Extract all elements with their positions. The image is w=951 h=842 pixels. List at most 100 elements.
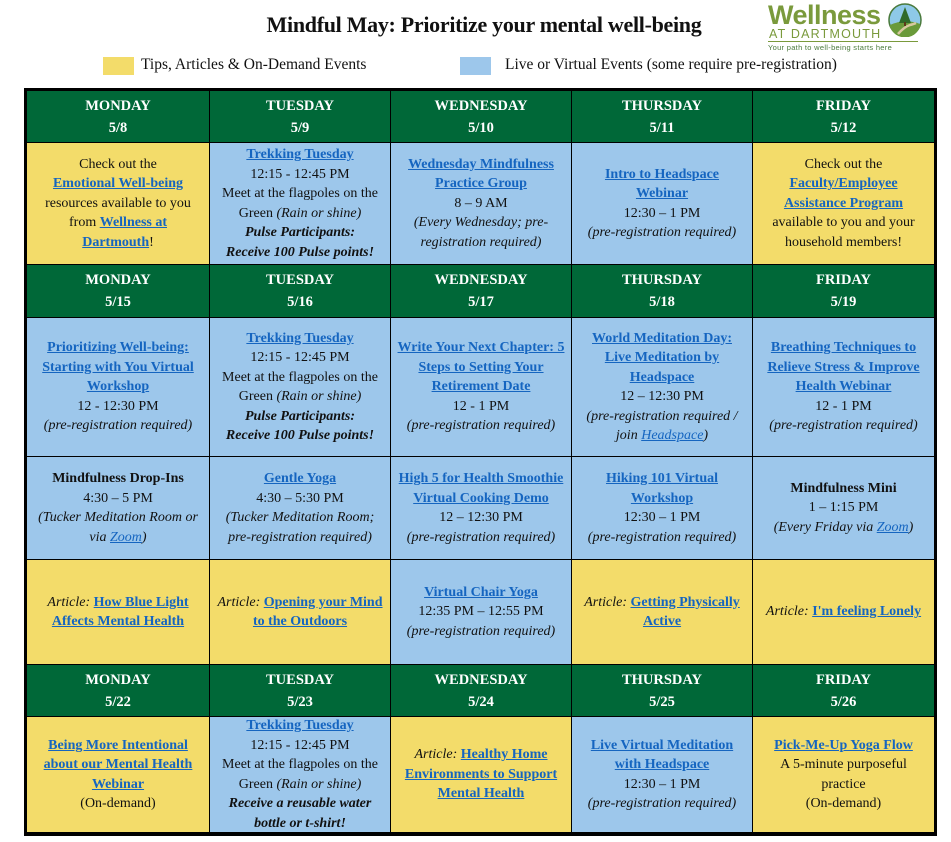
event-time: 12:35 PM – 12:55 PM (418, 604, 544, 620)
event-note: (On-demand) (80, 796, 156, 811)
week-header-row: MONDAY 5/22 TUESDAY 5/23 WEDNESDAY 5/24 THU… (27, 665, 934, 717)
trekking-tuesday-link[interactable]: Trekking Tuesday (246, 329, 353, 349)
day-header: TUESDAY 5/16 (210, 265, 391, 318)
virtual-chair-yoga-link[interactable]: Virtual Chair Yoga (424, 583, 538, 603)
event-bonus: Receive 100 Pulse points! (225, 244, 375, 260)
pick-me-up-yoga-link[interactable]: Pick-Me-Up Yoga Flow (774, 736, 913, 756)
event-time: 12 – 12:30 PM (439, 510, 523, 525)
day-name: TUESDAY (266, 671, 334, 688)
outdoors-article-link[interactable]: Opening your Mind to the Outdoors (253, 595, 383, 630)
breathing-techniques-link[interactable]: Breathing Techniques to Relieve Stress &… (759, 338, 928, 397)
event-cell: Trekking Tuesday 12:15 - 12:45 PM Meet a… (210, 143, 391, 265)
day-header: THURSDAY 5/25 (572, 665, 753, 717)
event-bonus: Pulse Participants: (244, 225, 356, 240)
trekking-tuesday-link[interactable]: Trekking Tuesday (246, 145, 353, 165)
zoom-link[interactable]: Zoom (110, 530, 142, 545)
article-prefix: Article: (217, 594, 261, 610)
day-header: MONDAY 5/15 (27, 265, 210, 318)
event-note: (Tucker Meditation Room; pre-registratio… (225, 510, 375, 545)
day-name: FRIDAY (815, 97, 872, 114)
article-prefix: Article: (584, 594, 627, 610)
event-note: (Every Wednesday; pre-registration requi… (413, 215, 549, 250)
event-title: Mindfulness Drop-Ins (52, 471, 184, 486)
event-bonus: Receive 100 Pulse points! (225, 428, 375, 443)
event-time: 12:30 – 1 PM (623, 205, 701, 221)
event-note: (Rain or shine) (276, 389, 362, 404)
event-cell: Article: Getting Physically Active (572, 560, 753, 665)
legend-swatch-tips (103, 57, 134, 75)
event-cell: Trekking Tuesday 12:15 - 12:45 PM Meet a… (210, 717, 391, 833)
event-cell: Write Your Next Chapter: 5 Steps to Sett… (391, 318, 572, 457)
faculty-employee-assistance-link[interactable]: Faculty/Employee Assistance Program (759, 174, 928, 213)
day-date: 5/17 (468, 294, 494, 310)
write-next-chapter-link[interactable]: Write Your Next Chapter: 5 Steps to Sett… (397, 338, 565, 397)
day-date: 5/10 (468, 119, 494, 136)
logo-tagline: Your path to well-being starts here (768, 41, 918, 52)
event-note: (pre-registration required) (406, 623, 556, 639)
wednesday-mindfulness-link[interactable]: Wednesday Mindfulness Practice Group (397, 155, 565, 194)
event-note: (Rain or shine) (276, 205, 362, 221)
event-cell: Trekking Tuesday 12:15 - 12:45 PM Meet a… (210, 318, 391, 457)
event-time: 12:15 - 12:45 PM (250, 737, 350, 753)
event-cell: Pick-Me-Up Yoga Flow A 5-minute purposef… (753, 717, 934, 833)
event-note: (On-demand) (805, 796, 882, 811)
article-prefix: Article: (765, 604, 809, 620)
day-date: 5/15 (105, 294, 131, 310)
day-date: 5/18 (649, 294, 675, 310)
event-bonus: Pulse Participants: (244, 408, 356, 424)
day-date: 5/8 (108, 119, 128, 136)
emotional-wellbeing-link[interactable]: Emotional Well-being (53, 176, 183, 191)
prioritizing-wellbeing-link[interactable]: Prioritizing Well-being: Starting with Y… (33, 338, 203, 397)
logo-subtitle: AT DARTMOUTH (769, 27, 882, 41)
trekking-tuesday-link[interactable]: Trekking Tuesday (246, 716, 353, 736)
day-name: WEDNESDAY (434, 97, 528, 114)
day-name: MONDAY (85, 671, 151, 688)
day-name: THURSDAY (621, 97, 703, 114)
zoom-link[interactable]: Zoom (877, 520, 909, 535)
day-header: WEDNESDAY 5/10 (391, 91, 572, 143)
event-cell: Check out the Emotional Well-being resourc… (27, 143, 210, 265)
day-name: MONDAY (85, 97, 151, 114)
legend-label-events: Live or Virtual Events (some require pre… (505, 56, 837, 73)
intro-headspace-link[interactable]: Intro to Headspace Webinar (578, 165, 746, 204)
hiking-101-link[interactable]: Hiking 101 Virtual Workshop (578, 469, 746, 508)
event-cell: Mindfulness Drop-Ins 4:30 – 5 PM (Tucker… (27, 457, 210, 560)
day-name: TUESDAY (266, 97, 334, 114)
headspace-link[interactable]: Headspace (641, 428, 703, 443)
event-note: (pre-registration required) (43, 418, 193, 434)
event-cell: Article: I'm feeling Lonely (753, 560, 934, 665)
day-header: TUESDAY 5/23 (210, 665, 391, 717)
event-time: 8 – 9 AM (454, 195, 508, 211)
gentle-yoga-link[interactable]: Gentle Yoga (264, 469, 336, 489)
event-note: (pre-registration required) (587, 225, 737, 240)
day-date: 5/9 (290, 119, 310, 136)
event-time: 12:30 – 1 PM (623, 776, 701, 792)
day-name: THURSDAY (621, 272, 703, 288)
wellness-logo: Wellness AT DARTMOUTH Your path to well-… (766, 0, 942, 52)
event-cell: Being More Intentional about our Mental … (27, 717, 210, 833)
event-cell: Virtual Chair Yoga 12:35 PM – 12:55 PM (… (391, 560, 572, 665)
day-name: WEDNESDAY (434, 272, 528, 288)
high5-smoothie-link[interactable]: High 5 for Health Smoothie Virtual Cooki… (397, 469, 565, 508)
event-cell: Mindfulness Mini 1 – 1:15 PM (Every Frid… (753, 457, 934, 560)
feeling-lonely-article-link[interactable]: I'm feeling Lonely (812, 604, 921, 619)
physically-active-article-link[interactable]: Getting Physically Active (630, 595, 739, 630)
event-cell: Breathing Techniques to Relieve Stress &… (753, 318, 934, 457)
day-date: 5/23 (287, 693, 313, 710)
day-date: 5/12 (830, 119, 857, 136)
event-time: 12 - 12:30 PM (77, 398, 159, 414)
event-cell: Gentle Yoga 4:30 – 5:30 PM (Tucker Medit… (210, 457, 391, 560)
event-cell: Live Virtual Meditation with Headspace 1… (572, 717, 753, 833)
day-header: MONDAY 5/8 (27, 91, 210, 143)
event-time: 12 - 1 PM (815, 398, 872, 414)
legend: Tips, Articles & On-Demand Events Live o… (0, 55, 951, 77)
event-time: 12 - 1 PM (452, 398, 510, 414)
live-virtual-meditation-link[interactable]: Live Virtual Meditation with Headspace (578, 736, 746, 775)
event-time: 4:30 – 5 PM (83, 490, 153, 506)
day-header: WEDNESDAY 5/24 (391, 665, 572, 717)
being-more-intentional-link[interactable]: Being More Intentional about our Mental … (33, 736, 203, 795)
world-meditation-day-link[interactable]: World Meditation Day: Live Meditation by… (578, 329, 746, 388)
event-row: Being More Intentional about our Mental … (27, 717, 934, 833)
event-note: (pre-registration required) (769, 418, 918, 434)
day-header: THURSDAY 5/11 (572, 91, 753, 143)
